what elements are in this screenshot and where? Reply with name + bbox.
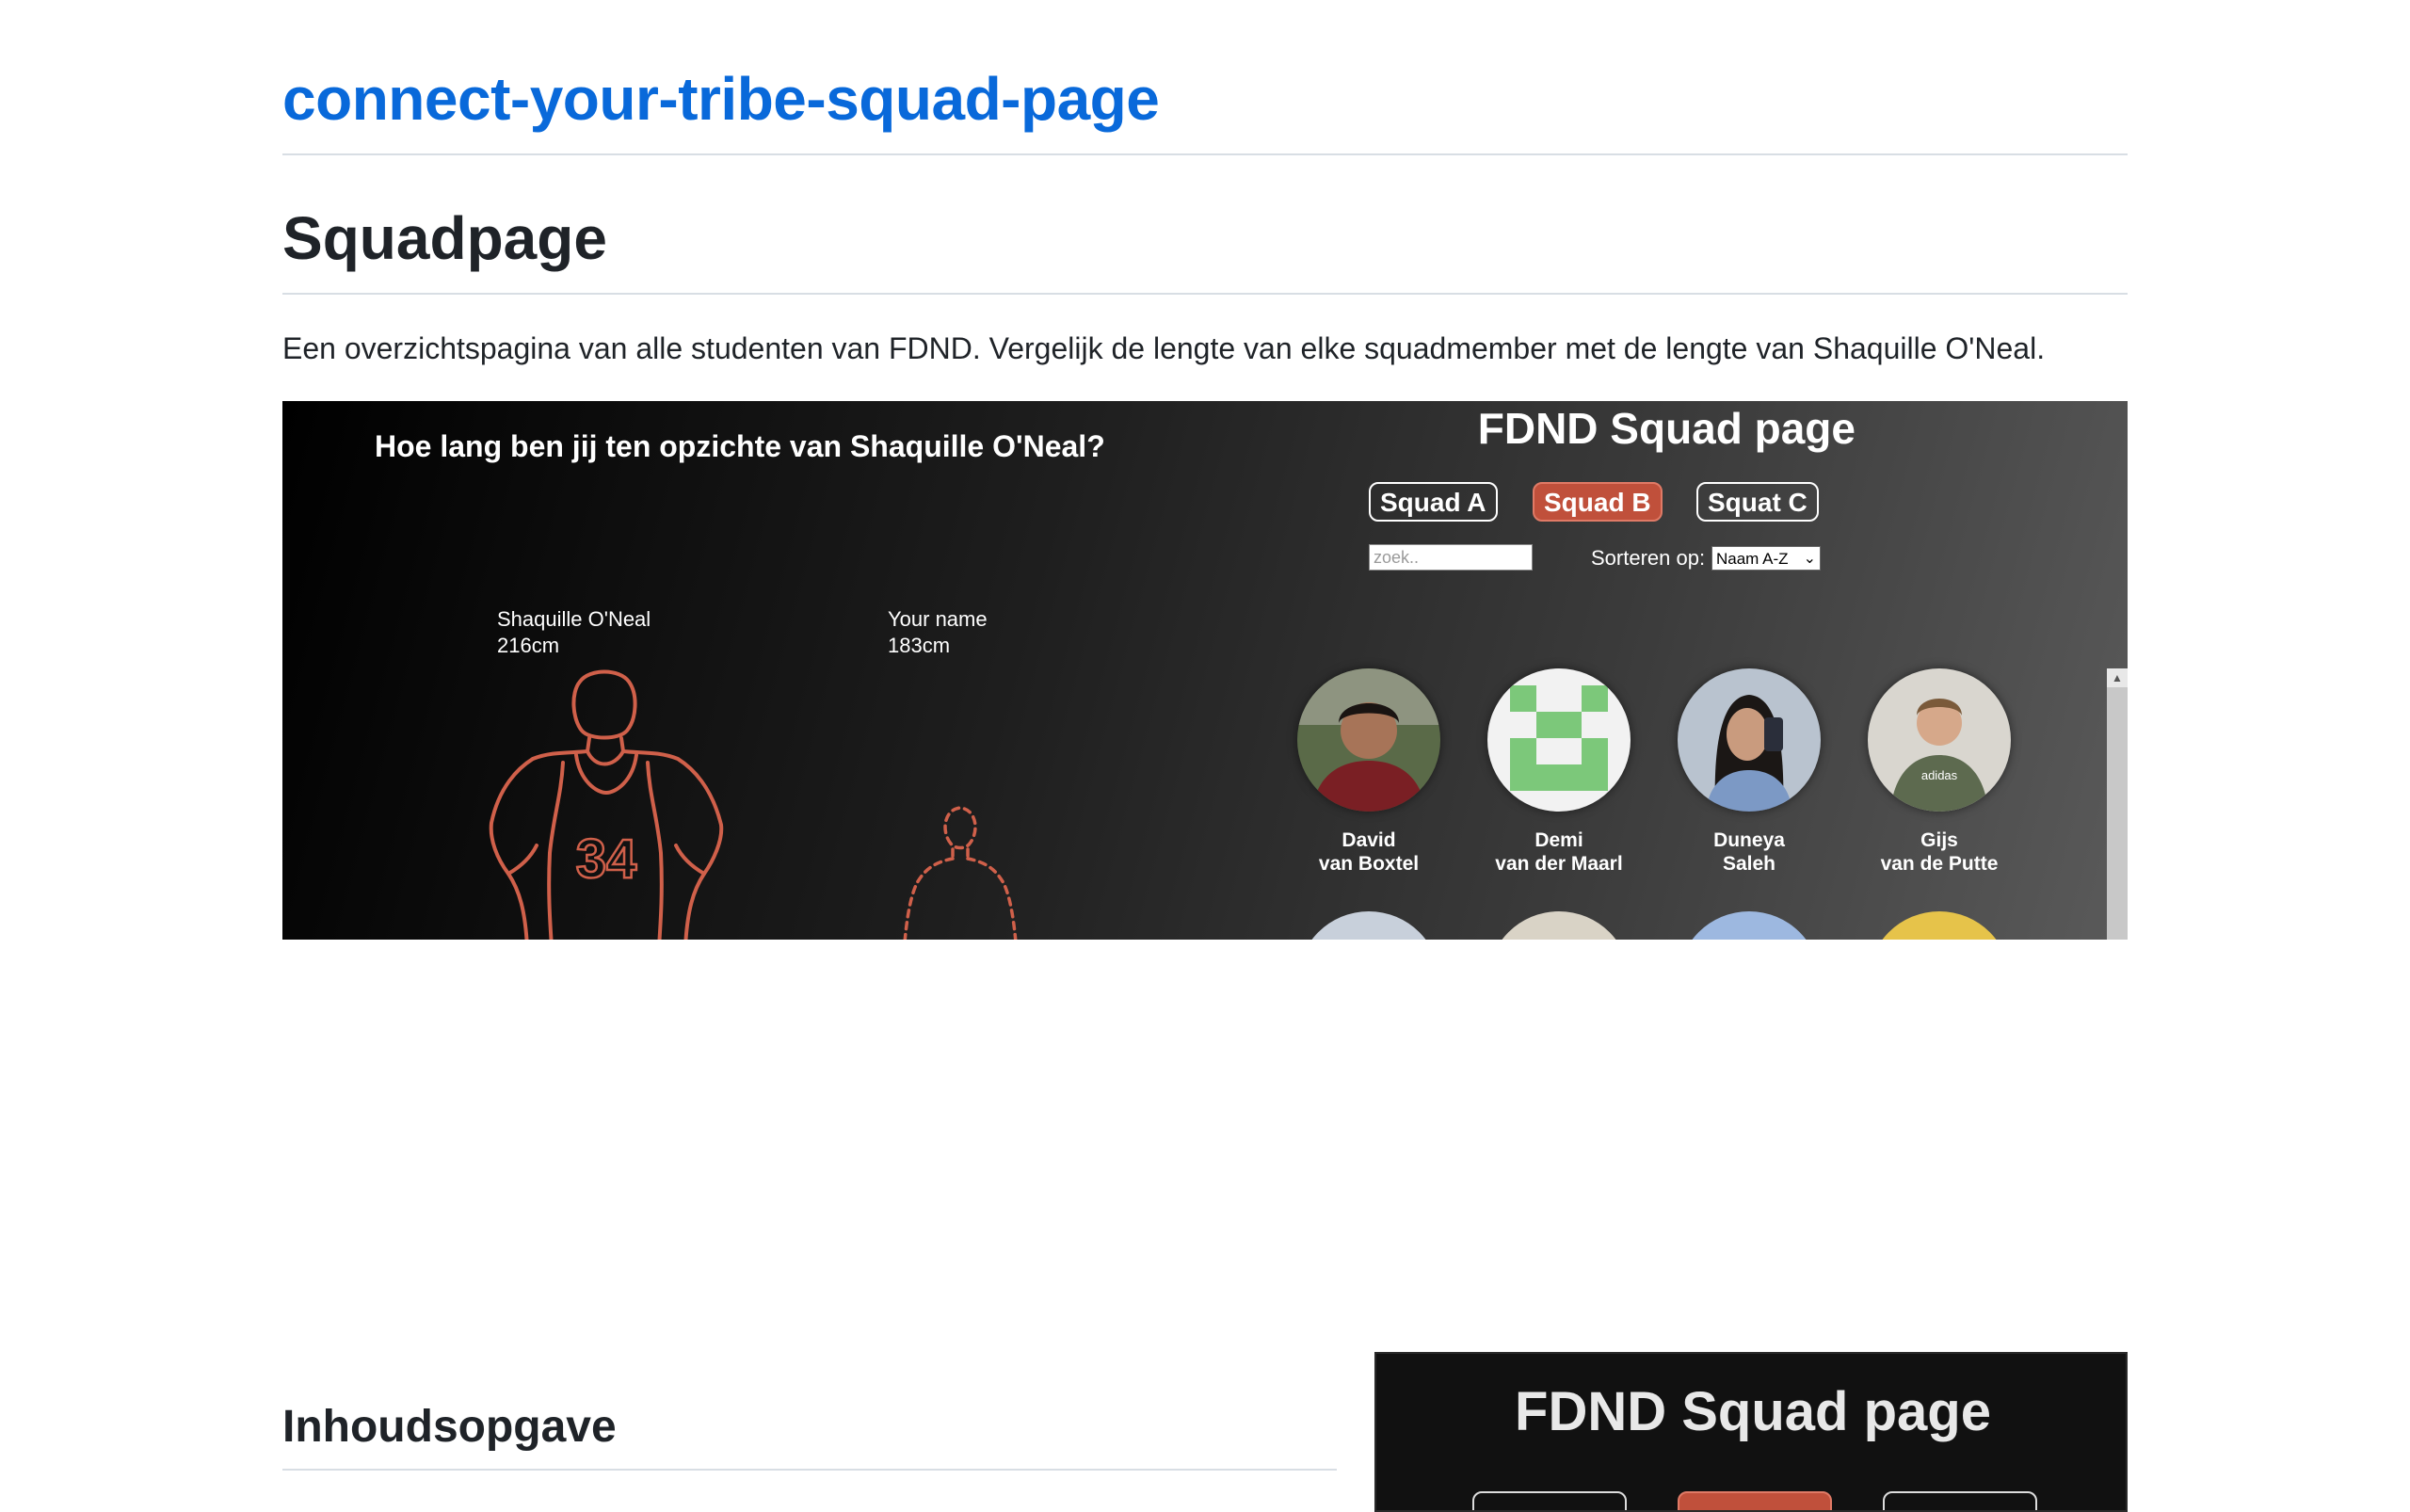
member-name: Demi van der Maarl xyxy=(1495,829,1623,875)
avatar xyxy=(1868,911,2011,940)
toc-heading: Inhoudsopgave xyxy=(282,1402,617,1452)
tab-squad-b[interactable] xyxy=(1678,1491,1832,1510)
chevron-down-icon: ⌄ xyxy=(1803,551,1816,567)
tab-squad-a[interactable]: Squad A xyxy=(1369,482,1498,522)
jersey-number: 34 xyxy=(576,828,637,890)
intro-text: Een overzichtspagina van alle studenten … xyxy=(282,331,2046,365)
search-input[interactable]: zoek.. xyxy=(1369,544,1533,571)
avatar xyxy=(1487,911,1631,940)
preview-screenshot: Hoe lang ben jij ten opzichte van Shaqui… xyxy=(282,401,2128,940)
sort-label: Sorteren op: xyxy=(1591,546,1706,570)
member-card[interactable]: Duneya Saleh xyxy=(1674,668,1824,876)
tab-squad-c[interactable] xyxy=(1883,1491,2037,1510)
app-title: FDND Squad page xyxy=(1477,404,1856,453)
divider xyxy=(282,293,2128,295)
shaq-label: Shaquille O'Neal 216cm xyxy=(497,606,651,659)
member-card[interactable]: David van Boxtel xyxy=(1293,668,1444,876)
your-name: Your name xyxy=(888,607,988,631)
sort-select[interactable]: Naam A-Z ⌄ xyxy=(1711,546,1821,571)
divider xyxy=(282,1469,1337,1471)
member-name: Gijs van de Putte xyxy=(1880,829,1999,875)
member-name: David van Boxtel xyxy=(1318,829,1420,875)
readme-page: connect-your-tribe-squad-page Squadpage … xyxy=(0,0,2410,1512)
member-card[interactable]: Demi van der Maarl xyxy=(1484,668,1634,876)
member-name: Duneya Saleh xyxy=(1713,829,1785,875)
your-height: 183cm xyxy=(888,634,951,657)
avatar xyxy=(1297,911,1440,940)
avatar xyxy=(1297,668,1440,812)
app-title-2: FDND Squad page xyxy=(1515,1381,1991,1442)
avatar: adidas xyxy=(1868,668,2011,812)
member-card[interactable]: adidas Gijs van de Putte xyxy=(1864,668,2015,876)
site-title-link[interactable]: connect-your-tribe-squad-page xyxy=(282,64,1160,134)
tab-squad-a[interactable] xyxy=(1472,1491,1627,1510)
your-label: Your name 183cm xyxy=(888,606,988,659)
tab-squad-b[interactable]: Squad B xyxy=(1533,482,1663,522)
tab-squad-c[interactable]: Squat C xyxy=(1696,482,1819,522)
shaq-name: Shaquille O'Neal xyxy=(497,607,651,631)
avatar xyxy=(1487,668,1631,812)
preview-screenshot-2: FDND Squad page xyxy=(1374,1352,2128,1512)
divider xyxy=(282,153,2128,155)
shaq-height: 216cm xyxy=(497,634,560,657)
avatar xyxy=(1678,911,1821,940)
avatar xyxy=(1678,668,1821,812)
svg-text:adidas: adidas xyxy=(1921,768,1958,782)
scroll-up-arrow-icon[interactable]: ▲ xyxy=(2107,668,2128,687)
shaq-silhouette-icon: 34 xyxy=(489,669,724,940)
your-silhouette-icon xyxy=(903,806,1018,940)
scrollbar[interactable] xyxy=(2107,668,2128,940)
page-heading: Squadpage xyxy=(282,204,607,272)
